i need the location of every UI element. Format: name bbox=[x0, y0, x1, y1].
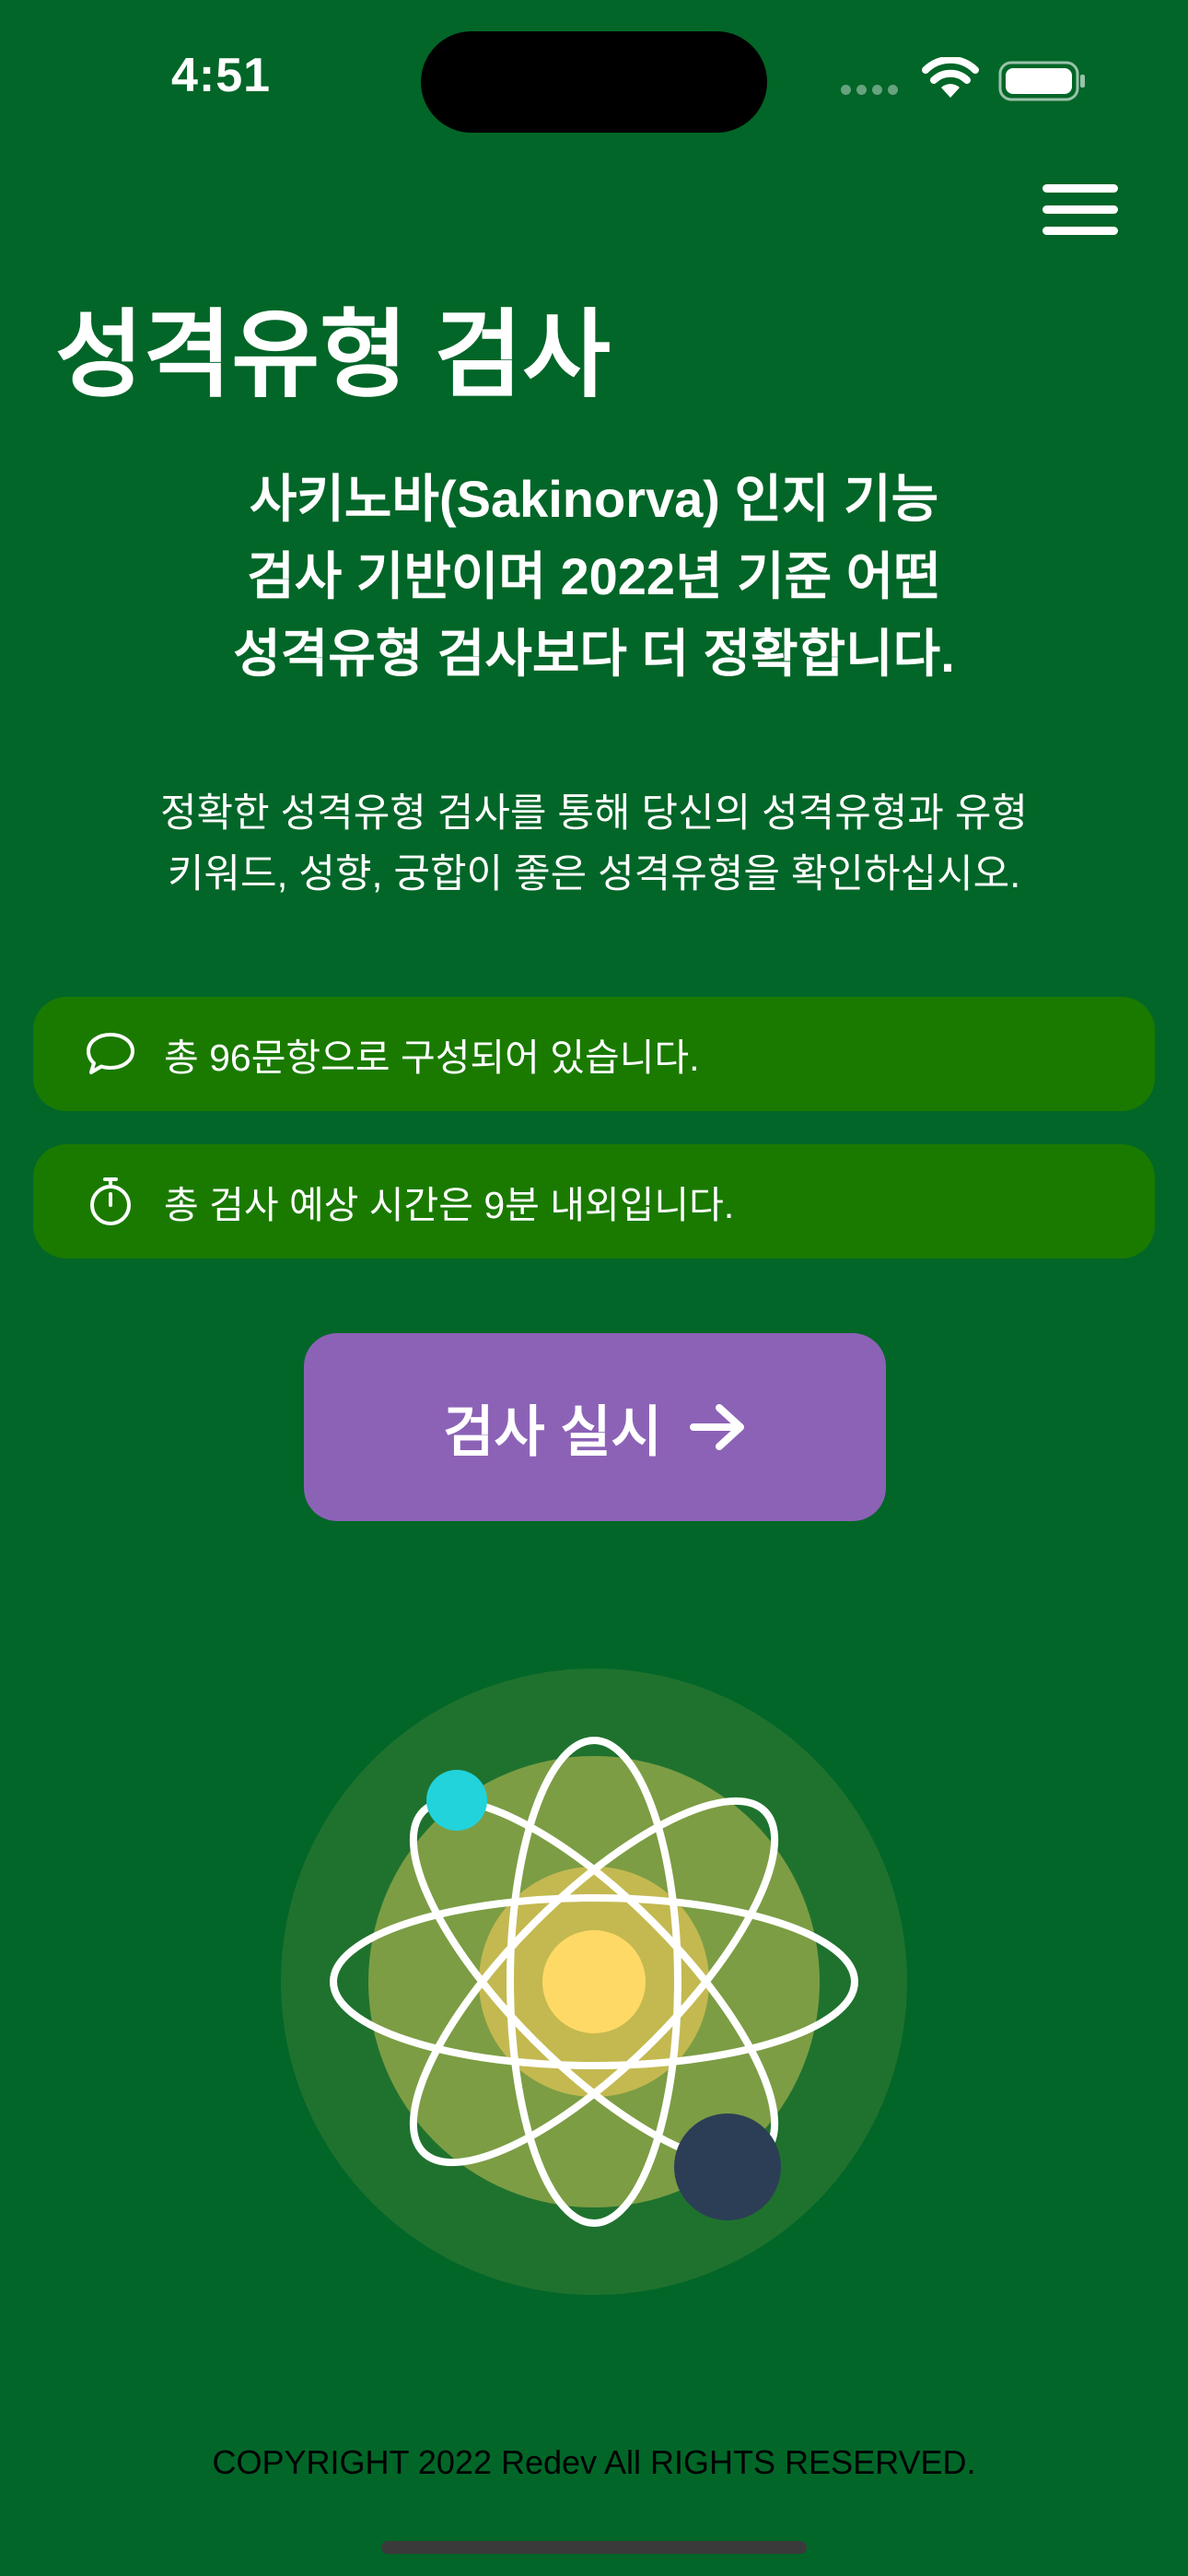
copyright-text: COPYRIGHT 2022 Redev All RIGHTS RESERVED… bbox=[212, 2443, 976, 2481]
headline: 사키노바(Sakinorva) 인지 기능 검사 기반이며 2022년 기준 어… bbox=[101, 461, 1087, 693]
wifi-icon bbox=[921, 55, 980, 104]
cellular-signal-icon bbox=[841, 85, 898, 95]
headline-line: 사키노바(Sakinorva) 인지 기능 bbox=[249, 470, 939, 528]
home-indicator[interactable] bbox=[381, 2541, 807, 2554]
description-line: 정확한 성격유형 검사를 통해 당신의 성격유형과 유형 bbox=[159, 791, 1028, 836]
arrow-right-icon bbox=[689, 1402, 747, 1452]
info-card-duration: 총 검사 예상 시간은 9분 내외입니다. bbox=[33, 1144, 1155, 1259]
description: 정확한 성격유형 검사를 통해 당신의 성격유형과 유형 키워드, 성향, 궁합… bbox=[55, 783, 1133, 905]
menu-button[interactable] bbox=[1039, 181, 1122, 240]
info-card-questions: 총 96문항으로 구성되어 있습니다. bbox=[33, 997, 1155, 1111]
nucleus bbox=[542, 1930, 646, 2033]
headline-line: 성격유형 검사보다 더 정확합니다. bbox=[233, 625, 955, 683]
headline-line: 검사 기반이며 2022년 기준 어떤 bbox=[247, 547, 941, 605]
page-title: 성격유형 검사 bbox=[55, 302, 611, 409]
start-test-button[interactable]: 검사 실시 bbox=[304, 1333, 886, 1521]
atom-illustration bbox=[276, 1664, 912, 2304]
battery-icon bbox=[998, 61, 1087, 106]
small-electron bbox=[426, 1770, 487, 1831]
info-card-text: 총 검사 예상 시간은 9분 내외입니다. bbox=[164, 1184, 735, 1226]
stopwatch-icon bbox=[83, 1174, 138, 1229]
speech-bubble-icon bbox=[83, 1026, 138, 1082]
info-card-text: 총 96문항으로 구성되어 있습니다. bbox=[164, 1036, 700, 1079]
status-time: 4:51 bbox=[171, 49, 272, 102]
large-electron bbox=[674, 2113, 781, 2220]
dynamic-island bbox=[421, 31, 767, 133]
start-test-label: 검사 실시 bbox=[443, 1400, 662, 1463]
description-line: 키워드, 성향, 궁합이 좋은 성격유형을 확인하십시오. bbox=[167, 852, 1021, 896]
